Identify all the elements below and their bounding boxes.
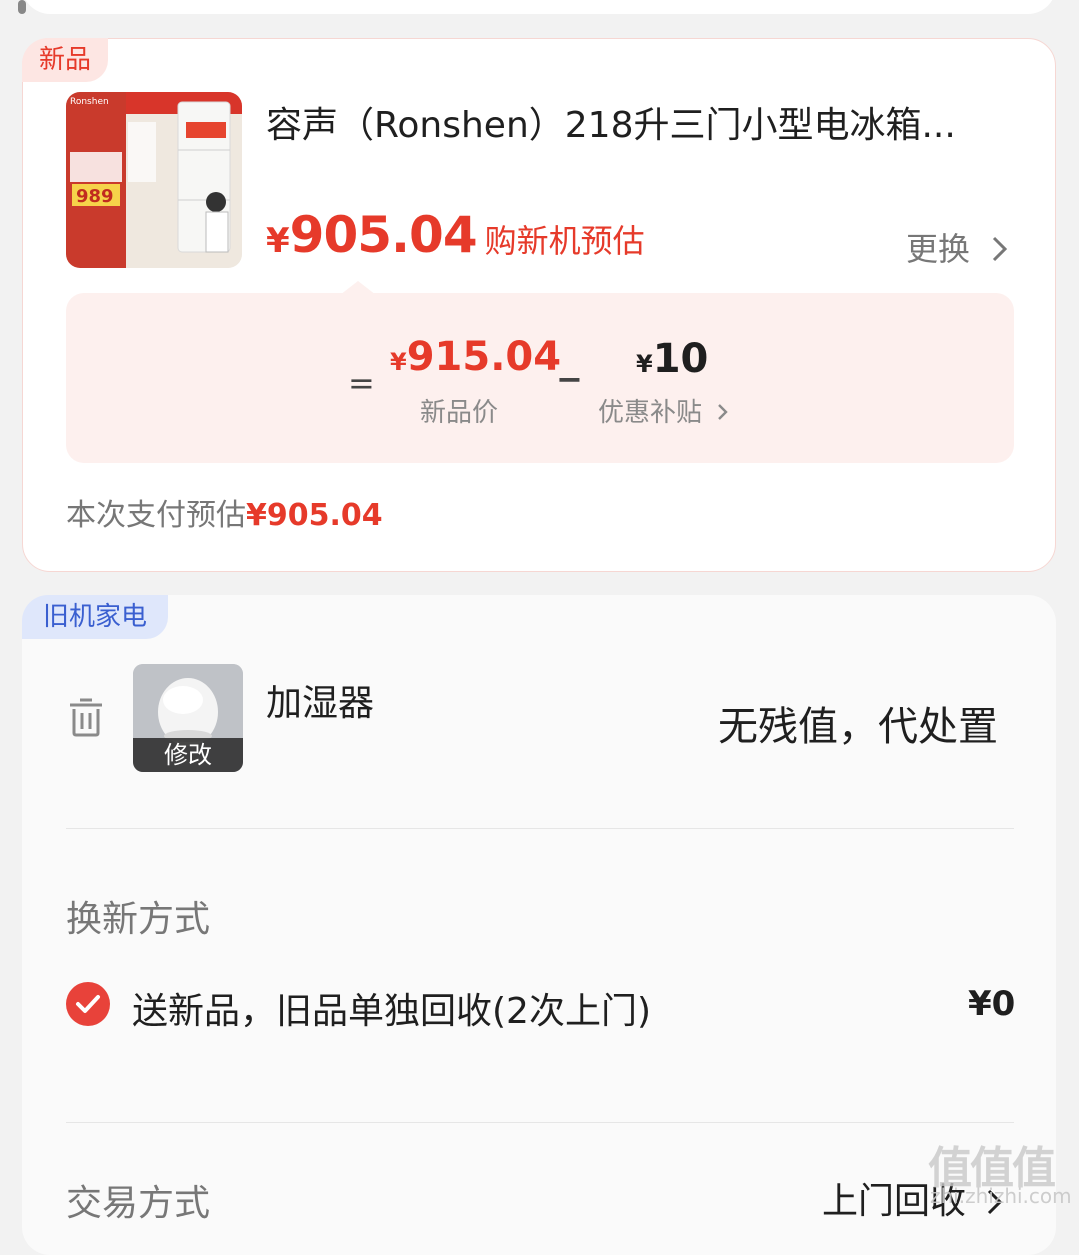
exchange-method-option[interactable]: 送新品，旧品单独回收(2次上门)	[132, 982, 651, 1034]
watermark-url: zhi.zhizhi.com	[930, 1184, 1072, 1208]
new-item-price: ¥915.04	[390, 334, 562, 380]
subsidy-link[interactable]: 优惠补贴	[598, 392, 730, 429]
product-image[interactable]: Ronshen 989	[66, 92, 242, 268]
exchange-method-title: 换新方式	[66, 899, 211, 940]
old-appliance-image[interactable]: 修改	[133, 664, 243, 772]
svg-text:989: 989	[76, 186, 114, 207]
chevron-right-icon	[993, 236, 1008, 262]
payment-estimate: 本次支付预估¥905.04	[66, 490, 383, 534]
subsidy-amount: ¥10	[636, 336, 709, 382]
previous-card	[22, 0, 1056, 14]
divider	[66, 1122, 1014, 1123]
change-product-button[interactable]: 更换	[906, 224, 1010, 270]
new-item-price-label: 新品价	[420, 398, 499, 428]
new-product-tag: 新品	[22, 38, 108, 82]
minus-sign: −	[556, 360, 583, 398]
change-label: 更换	[906, 230, 971, 268]
svg-text:Ronshen: Ronshen	[70, 97, 109, 107]
trade-method-title: 交易方式	[66, 1183, 211, 1224]
scrollbar[interactable]	[18, 0, 26, 14]
old-appliance-tag: 旧机家电	[22, 595, 168, 639]
residual-value-text: 无残值，代处置	[718, 704, 998, 750]
old-appliance-name: 加湿器	[266, 683, 375, 724]
payment-estimate-label: 本次支付预估	[66, 498, 246, 533]
checkmark-icon	[76, 995, 100, 1013]
payment-estimate-value: ¥905.04	[246, 498, 383, 533]
chevron-right-icon	[718, 404, 728, 420]
divider	[66, 828, 1014, 829]
product-title[interactable]: 容声（Ronshen）218升三门小型电冰箱...	[266, 96, 986, 148]
exchange-method-price: ¥0	[968, 984, 1016, 1024]
equals-sign: =	[348, 364, 375, 402]
edit-button[interactable]: 修改	[133, 738, 243, 772]
subsidy-label: 优惠补贴	[598, 398, 703, 428]
check-circle-icon[interactable]	[66, 982, 110, 1026]
estimated-price: ¥905.04 购新机预估	[266, 206, 645, 264]
trash-icon[interactable]	[68, 697, 104, 737]
fridge-product-thumbnail: Ronshen 989	[66, 92, 242, 268]
